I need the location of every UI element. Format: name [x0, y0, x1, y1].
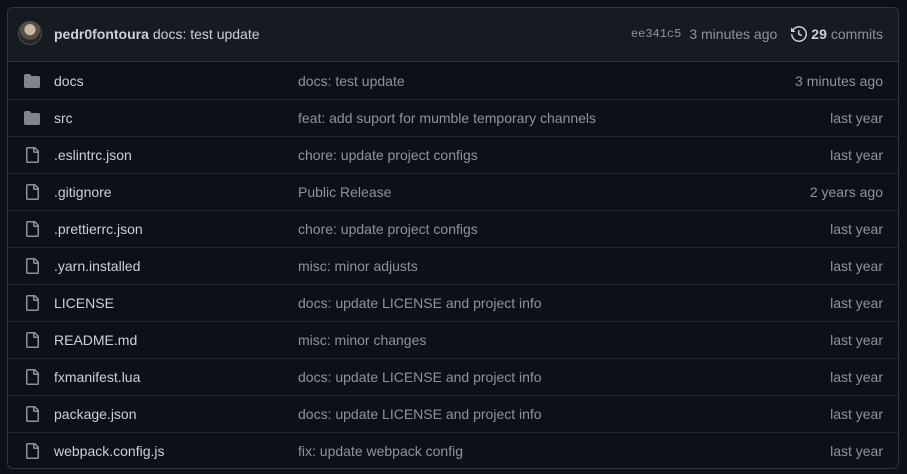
file-commit-age: last year	[830, 369, 883, 385]
file-row[interactable]: .gitignore Public Release 2 years ago	[8, 173, 898, 210]
commit-count: 29	[811, 25, 827, 42]
history-icon	[791, 25, 808, 42]
file-row[interactable]: docs docs: test update 3 minutes ago	[8, 62, 898, 99]
file-row[interactable]: webpack.config.js fix: update webpack con…	[8, 432, 898, 468]
file-list: docs docs: test update 3 minutes ago src fea…	[8, 62, 898, 468]
file-commit-age: last year	[830, 110, 883, 126]
file-commit-age: last year	[830, 221, 883, 237]
file-name-link[interactable]: README.md	[54, 332, 298, 348]
file-name-link[interactable]: .prettierrc.json	[54, 221, 298, 237]
file-icon	[24, 369, 40, 385]
file-row[interactable]: README.md misc: minor changes last year	[8, 321, 898, 358]
file-row[interactable]: .prettierrc.json chore: update project co…	[8, 210, 898, 247]
file-name-link[interactable]: webpack.config.js	[54, 443, 298, 459]
file-browser: pedr0fontoura docs: test update ee341c5 …	[7, 7, 899, 469]
commit-author-link[interactable]: pedr0fontoura	[54, 26, 149, 42]
file-row[interactable]: .yarn.installed misc: minor adjusts last y…	[8, 247, 898, 284]
folder-icon	[24, 73, 40, 89]
file-commit-age: last year	[830, 443, 883, 459]
avatar[interactable]	[18, 20, 42, 45]
file-commit-age: last year	[830, 147, 883, 163]
file-name-link[interactable]: LICENSE	[54, 295, 298, 311]
file-icon	[24, 184, 40, 200]
file-name-link[interactable]: .yarn.installed	[54, 258, 298, 274]
latest-commit-bar: pedr0fontoura docs: test update ee341c5 …	[8, 8, 898, 62]
latest-commit-message-link[interactable]: docs: test update	[153, 26, 260, 42]
folder-icon	[24, 110, 40, 126]
file-name-link[interactable]: package.json	[54, 406, 298, 422]
file-commit-message-link[interactable]: chore: update project configs	[298, 147, 830, 163]
file-name-link[interactable]: .eslintrc.json	[54, 147, 298, 163]
file-row[interactable]: .eslintrc.json chore: update project conf…	[8, 136, 898, 173]
file-icon	[24, 332, 40, 348]
file-commit-message-link[interactable]: feat: add suport for mumble temporary ch…	[298, 110, 830, 126]
file-name-link[interactable]: fxmanifest.lua	[54, 369, 298, 385]
file-commit-message-link[interactable]: Public Release	[298, 184, 810, 200]
commit-meta: ee341c5 3 minutes ago 29 commits	[631, 26, 883, 42]
file-row[interactable]: fxmanifest.lua docs: update LICENSE and p…	[8, 358, 898, 395]
commits-label: commits	[830, 25, 883, 42]
commit-history-link[interactable]: 29 commits	[791, 26, 883, 42]
file-commit-message-link[interactable]: docs: update LICENSE and project info	[298, 369, 830, 385]
file-row[interactable]: LICENSE docs: update LICENSE and project …	[8, 284, 898, 321]
file-icon	[24, 221, 40, 237]
file-commit-message-link[interactable]: docs: update LICENSE and project info	[298, 406, 830, 422]
file-icon	[24, 258, 40, 274]
file-commit-message-link[interactable]: fix: update webpack config	[298, 443, 830, 459]
file-commit-message-link[interactable]: chore: update project configs	[298, 221, 830, 237]
file-icon	[24, 295, 40, 311]
file-icon	[24, 443, 40, 459]
file-row[interactable]: package.json docs: update LICENSE and pro…	[8, 395, 898, 432]
file-commit-age: last year	[830, 295, 883, 311]
file-commit-age: last year	[830, 258, 883, 274]
file-commit-message-link[interactable]: misc: minor adjusts	[298, 258, 830, 274]
file-commit-message-link[interactable]: misc: minor changes	[298, 332, 830, 348]
file-commit-age: last year	[830, 332, 883, 348]
commit-age: 3 minutes ago	[689, 25, 778, 42]
file-name-link[interactable]: src	[54, 110, 298, 126]
file-commit-message-link[interactable]: docs: update LICENSE and project info	[298, 295, 830, 311]
commit-sha-link[interactable]: ee341c5	[631, 27, 681, 41]
file-icon	[24, 147, 40, 163]
file-name-link[interactable]: docs	[54, 73, 298, 89]
file-icon	[24, 406, 40, 422]
file-name-link[interactable]: .gitignore	[54, 184, 298, 200]
file-commit-age: 3 minutes ago	[795, 72, 883, 89]
file-row[interactable]: src feat: add suport for mumble temporary…	[8, 99, 898, 136]
file-commit-message-link[interactable]: docs: test update	[298, 73, 795, 89]
file-commit-age: 2 years ago	[809, 184, 883, 200]
file-commit-age: last year	[830, 406, 883, 422]
